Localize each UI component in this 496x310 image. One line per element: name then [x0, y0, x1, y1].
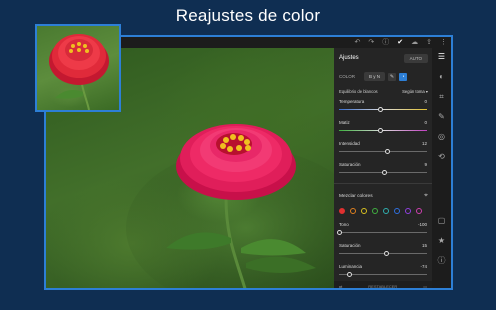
- color-swatch[interactable]: [383, 208, 389, 214]
- luminance-slider[interactable]: Luminancia -74: [334, 264, 432, 280]
- slider-label: Temperatura: [339, 99, 365, 104]
- color-swatch[interactable]: [416, 208, 422, 214]
- thumbnail-photo: [49, 34, 109, 110]
- sliders-icon[interactable]: ☰: [438, 52, 445, 62]
- color-swatch[interactable]: [361, 208, 367, 214]
- target-adjust-icon[interactable]: ⌖: [424, 192, 428, 200]
- check-icon[interactable]: ✔: [397, 37, 403, 48]
- slider-label: Tono: [339, 222, 349, 227]
- mix-saturation-slider[interactable]: Saturación 15: [334, 243, 432, 259]
- slider-track: [339, 151, 427, 152]
- slider-value: 9: [424, 162, 427, 167]
- divider: [334, 183, 432, 184]
- slider-value: 0: [424, 99, 427, 104]
- slider-track: [339, 232, 427, 233]
- slider-thumb[interactable]: [336, 230, 342, 235]
- hue-slider[interactable]: Tono -100: [334, 222, 432, 238]
- saturation-slider[interactable]: Saturación 9: [334, 162, 432, 178]
- white-balance-value: Según toma: [402, 89, 425, 94]
- tint-slider[interactable]: Matiz 0: [334, 120, 432, 136]
- slider-thumb[interactable]: [382, 170, 388, 175]
- slider-track: [339, 109, 427, 110]
- slider-thumb[interactable]: [383, 251, 389, 256]
- slider-track: [339, 130, 427, 131]
- before-thumbnail: [35, 24, 121, 112]
- reset-button[interactable]: RESTABLECER: [368, 284, 397, 288]
- share-icon[interactable]: ⇪: [426, 37, 432, 48]
- cloud-icon[interactable]: ☁: [411, 37, 418, 48]
- panel-bottom-bar: ⇄ RESTABLECER ▭: [334, 281, 432, 288]
- slider-label: Luminancia: [339, 264, 363, 269]
- slider-value: -100: [417, 222, 427, 227]
- adjustments-panel: Ajustes AUTO COLOR B y N ✎ ◔ Equilibrio …: [334, 48, 432, 288]
- presets-icon[interactable]: ▭: [423, 284, 427, 288]
- selective-icon[interactable]: ◎: [438, 132, 445, 142]
- white-balance-select[interactable]: Según toma ▾: [402, 89, 428, 94]
- slider-label: Intensidad: [339, 141, 360, 146]
- info-circle-icon[interactable]: ⓘ: [438, 256, 446, 266]
- auto-button[interactable]: AUTO: [403, 53, 428, 63]
- tool-rail: ☰ ◐ ⌗ ✎ ◎ ⟲ ▢ ★ ⓘ: [432, 48, 451, 288]
- temperature-slider[interactable]: Temperatura 0: [334, 99, 432, 115]
- slider-label: Saturación: [339, 243, 361, 248]
- slider-label: Matiz: [339, 120, 350, 125]
- star-icon[interactable]: ★: [438, 236, 445, 246]
- slider-value: -74: [420, 264, 427, 269]
- mixer-title: Mezclar colores: [339, 193, 373, 199]
- info-icon[interactable]: ⓘ: [382, 37, 389, 48]
- slider-track: [339, 274, 427, 275]
- comment-icon[interactable]: ▢: [438, 216, 446, 226]
- slider-thumb[interactable]: [347, 272, 353, 277]
- panel-title: Ajustes: [339, 55, 359, 61]
- brush-icon[interactable]: ✎: [438, 112, 445, 122]
- slider-value: 12: [421, 141, 427, 146]
- more-icon[interactable]: ⋮: [440, 37, 447, 48]
- slider-thumb[interactable]: [384, 149, 390, 154]
- slider-value: 0: [424, 120, 427, 125]
- color-swatch[interactable]: [350, 208, 356, 214]
- color-mix-icon[interactable]: ◔: [399, 72, 408, 81]
- slider-value: 15: [421, 243, 427, 248]
- compare-icon[interactable]: ⇄: [339, 284, 342, 288]
- color-swatch[interactable]: [339, 208, 345, 214]
- white-balance-label: Equilibrio de blancos: [339, 89, 378, 94]
- color-mixer-swatches: [334, 208, 432, 214]
- undo-icon[interactable]: ↶: [355, 37, 361, 48]
- slider-thumb[interactable]: [378, 128, 383, 133]
- history-icon[interactable]: ⟲: [438, 152, 445, 162]
- crop-icon[interactable]: ⌗: [439, 92, 444, 102]
- color-swatch[interactable]: [394, 208, 400, 214]
- color-swatch[interactable]: [405, 208, 411, 214]
- vibrance-slider[interactable]: Intensidad 12: [334, 141, 432, 157]
- slider-thumb[interactable]: [378, 107, 383, 112]
- slider-label: Saturación: [339, 162, 361, 167]
- color-swatch[interactable]: [372, 208, 378, 214]
- bw-button[interactable]: B y N: [364, 72, 386, 81]
- presets-icon[interactable]: ◐: [439, 72, 444, 82]
- color-label: COLOR: [339, 74, 356, 79]
- redo-icon[interactable]: ↷: [368, 37, 374, 48]
- eyedropper-icon[interactable]: ✎: [388, 72, 397, 81]
- headline: Reajustes de color: [175, 6, 321, 25]
